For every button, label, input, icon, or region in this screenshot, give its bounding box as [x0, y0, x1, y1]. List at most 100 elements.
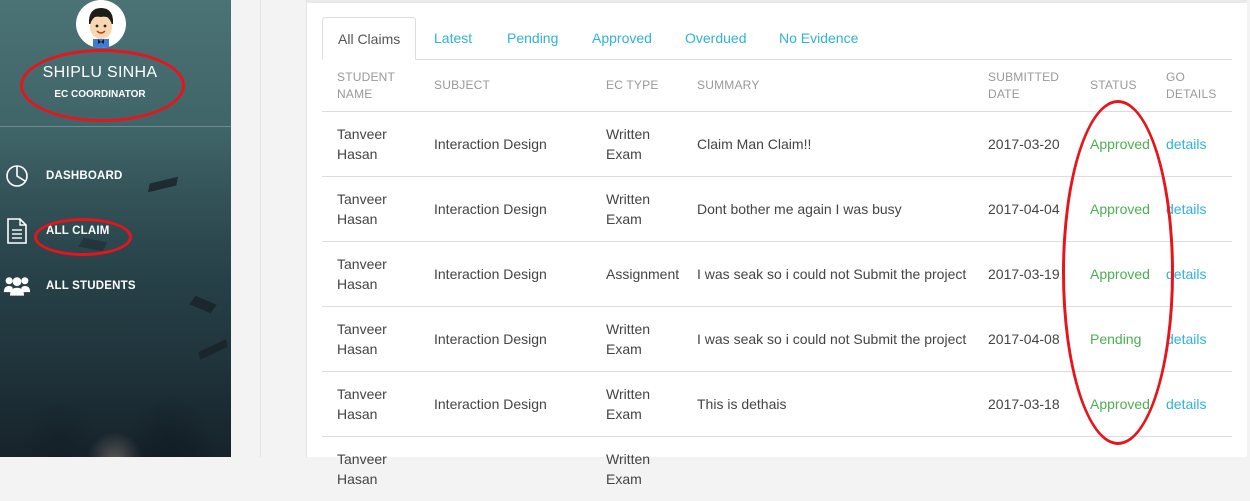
details-link[interactable]: details	[1166, 266, 1206, 282]
table-row: Tanveer Hasan Interaction Design Assignmen…	[322, 242, 1232, 307]
summary-cell: Claim Man Claim!!	[682, 112, 973, 177]
status-cell: Approved	[1090, 201, 1150, 217]
summary-cell: I was seak so i could not Submit the pro…	[697, 266, 966, 282]
ec-type-cell: Written Exam	[606, 321, 650, 357]
student-name-cell: Tanveer Hasan	[322, 437, 419, 501]
user-name: SHIPLU SINHA	[0, 64, 200, 82]
ec-type-cell: Written Exam	[591, 437, 682, 501]
tab-approved[interactable]: Approved	[592, 17, 652, 59]
status-cell: Approved	[1090, 396, 1150, 412]
student-name-cell: Tanveer Hasan	[322, 242, 419, 307]
submitted-date-cell: 2017-04-04	[988, 201, 1060, 217]
ec-type-cell: Written Exam	[591, 177, 682, 242]
student-name-cell: Tanveer Hasan	[337, 256, 387, 292]
status-cell: Approved	[1075, 177, 1151, 242]
summary-cell: I was seak so i could not Submit the pro…	[682, 307, 973, 372]
submitted-date-cell: 2017-03-20	[973, 112, 1075, 177]
sidebar-item-all-students[interactable]: ALL STUDENTS	[0, 271, 231, 301]
details-cell: details	[1151, 372, 1232, 437]
details-link[interactable]: details	[1166, 396, 1206, 412]
summary-cell: Dont bother me again I was busy	[682, 177, 973, 242]
details-link[interactable]: details	[1166, 331, 1206, 347]
submitted-date-cell: 2017-03-19	[973, 242, 1075, 307]
subject-cell	[419, 437, 591, 501]
subject-cell: Interaction Design	[419, 372, 591, 437]
submitted-date-cell: 2017-03-19	[988, 266, 1060, 282]
annotation-ellipse-user	[20, 49, 185, 122]
status-cell: Pending	[1090, 331, 1141, 347]
summary-cell: I was seak so i could not Submit the pro…	[682, 242, 973, 307]
claims-panel: All Claims Latest Pending Approved Overd…	[306, 0, 1247, 457]
column-header: SUMMARY	[682, 60, 973, 112]
subject-cell: Interaction Design	[434, 201, 547, 217]
avatar[interactable]	[76, 0, 126, 48]
user-role: EC COORDINATOR	[0, 89, 200, 100]
panel-top-border	[307, 0, 1247, 3]
tab-pending[interactable]: Pending	[507, 17, 558, 59]
student-name-cell: Tanveer Hasan	[322, 372, 419, 437]
summary-cell: I was seak so i could not Submit the pro…	[697, 331, 966, 347]
details-cell: details	[1151, 307, 1232, 372]
details-cell: details	[1151, 242, 1232, 307]
tab-no-evidence[interactable]: No Evidence	[779, 17, 858, 59]
student-name-cell: Tanveer Hasan	[322, 177, 419, 242]
student-name-cell: Tanveer Hasan	[322, 112, 419, 177]
student-name-cell: Tanveer Hasan	[322, 307, 419, 372]
sidebar-item-dashboard[interactable]: DASHBOARD	[0, 161, 231, 191]
submitted-date-cell: 2017-03-20	[988, 136, 1060, 152]
ec-type-cell: Assignment	[591, 242, 682, 307]
sidebar-item-label: ALL CLAIM	[46, 225, 110, 237]
tab-overdued[interactable]: Overdued	[685, 17, 746, 59]
column-header: SUBMITTED DATE	[973, 60, 1075, 112]
users-icon	[3, 272, 31, 300]
table-row: Tanveer Hasan Interaction Design Written E…	[322, 372, 1232, 437]
table-row: Tanveer Hasan Written Exam	[322, 437, 1232, 501]
sidebar-item-label: ALL STUDENTS	[46, 280, 136, 292]
column-header: STUDENT NAME	[322, 60, 419, 112]
status-cell: Approved	[1090, 136, 1150, 152]
sidebar-item-label: DASHBOARD	[46, 170, 123, 182]
sidebar-item-all-claim[interactable]: ALL CLAIM	[0, 216, 231, 246]
claims-table: STUDENT NAME SUBJECT EC TYPE SUMMARY SUB…	[322, 60, 1232, 501]
summary-cell: This is dethais	[682, 372, 973, 437]
details-cell: details	[1151, 177, 1232, 242]
document-icon	[3, 217, 31, 245]
status-cell: Approved	[1075, 242, 1151, 307]
table-row: Tanveer Hasan Interaction Design Written E…	[322, 307, 1232, 372]
details-cell	[1151, 437, 1232, 501]
column-header: STATUS	[1075, 60, 1151, 112]
subject-cell: Interaction Design	[434, 396, 547, 412]
subject-cell: Interaction Design	[419, 177, 591, 242]
summary-cell	[682, 437, 973, 501]
ec-type-cell: Assignment	[606, 266, 679, 282]
summary-cell: Claim Man Claim!!	[697, 136, 811, 152]
subject-cell: Interaction Design	[434, 136, 547, 152]
column-header: SUBJECT	[419, 60, 591, 112]
details-link[interactable]: details	[1166, 201, 1206, 217]
status-cell: Approved	[1075, 112, 1151, 177]
ec-type-cell: Written Exam	[591, 307, 682, 372]
sidebar-divider	[0, 126, 231, 127]
summary-cell: This is dethais	[697, 396, 786, 412]
subject-cell: Interaction Design	[434, 266, 547, 282]
ec-type-cell: Written Exam	[591, 372, 682, 437]
subject-cell: Interaction Design	[434, 331, 547, 347]
student-name-cell: Tanveer Hasan	[337, 126, 387, 162]
submitted-date-cell: 2017-03-18	[988, 396, 1060, 412]
status-cell: Approved	[1090, 266, 1150, 282]
table-row: Tanveer HasanInteraction DesignWritten E…	[322, 112, 1232, 177]
ec-type-cell: Written Exam	[606, 451, 650, 487]
summary-cell: Dont bother me again I was busy	[697, 201, 902, 217]
status-cell: Pending	[1075, 307, 1151, 372]
claims-tabs: All Claims Latest Pending Approved Overd…	[322, 17, 1232, 60]
tab-latest[interactable]: Latest	[434, 17, 472, 59]
subject-cell: Interaction Design	[419, 112, 591, 177]
ec-type-cell: Written Exam	[606, 191, 650, 227]
column-header: GO DETAILS	[1151, 60, 1232, 112]
column-header: EC TYPE	[591, 60, 682, 112]
divider	[260, 0, 261, 457]
tab-all-claims[interactable]: All Claims	[322, 17, 416, 60]
table-header-row: STUDENT NAME SUBJECT EC TYPE SUMMARY SUB…	[322, 60, 1232, 112]
subject-cell: Interaction Design	[419, 242, 591, 307]
details-link[interactable]: details	[1166, 136, 1206, 152]
